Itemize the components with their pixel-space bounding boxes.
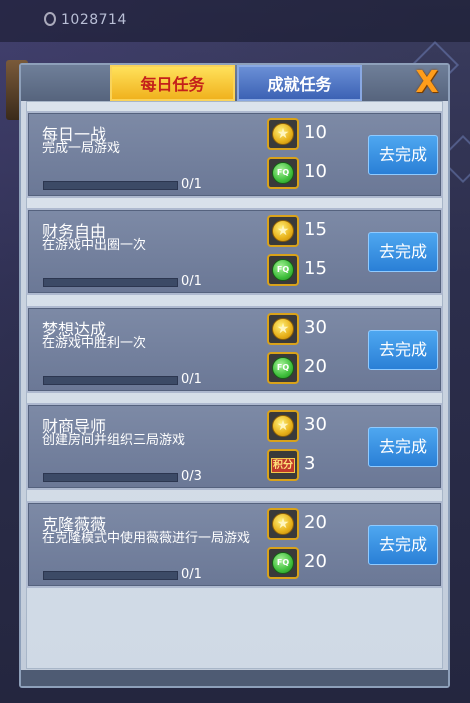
currency-display: 1028714 [44, 12, 127, 28]
reward-amount: 20 [304, 512, 327, 533]
task-card: 梦想达成 在游戏中胜利一次 0/1 ★ 30 FQ 20 去完成 [26, 306, 443, 393]
progress-text: 0/1 [181, 177, 202, 192]
fq-coin-icon: FQ [267, 157, 299, 189]
reward-item: ★ 15 [267, 215, 337, 247]
go-complete-button[interactable]: 去完成 [368, 330, 438, 370]
fq-icon: FQ [272, 552, 294, 574]
close-button[interactable]: X [409, 67, 445, 99]
reward-amount: 10 [304, 161, 327, 182]
fq-icon: FQ [272, 162, 294, 184]
reward-item: ★ 10 [267, 118, 337, 150]
gold-coin-icon: ★ [267, 508, 299, 540]
gold-coin-icon: ★ [267, 215, 299, 247]
gold-coin-icon: ★ [267, 118, 299, 150]
star-icon: ★ [272, 123, 294, 145]
fq-coin-icon: FQ [267, 352, 299, 384]
tab-daily-tasks[interactable]: 每日任务 [110, 65, 235, 101]
fq-icon: FQ [272, 357, 294, 379]
fq-coin-icon: FQ [267, 547, 299, 579]
reward-item: ★ 30 [267, 313, 337, 345]
task-panel: 每日任务 成就任务 X 每日一战 完成一局游戏 0/1 ★ 10 FQ 10 去完成 财务自由在… [19, 63, 450, 688]
reward-amount: 30 [304, 414, 327, 435]
progress-text: 0/3 [181, 469, 202, 484]
task-description: 创建房间并组织三局游戏 [42, 433, 186, 448]
progress-text: 0/1 [181, 567, 202, 582]
reward-item: FQ 20 [267, 547, 337, 579]
progress-bar [43, 181, 178, 190]
currency-icon [44, 12, 56, 26]
reward-item: FQ 15 [267, 254, 337, 286]
go-complete-button[interactable]: 去完成 [368, 525, 438, 565]
points-label: 积分 [271, 458, 295, 473]
panel-footer [21, 670, 448, 686]
reward-amount: 15 [304, 258, 327, 279]
task-card: 克隆薇薇 在克隆模式中使用薇薇进行一局游戏 0/1 ★ 20 FQ 20 去完成 [26, 501, 443, 588]
progress-bar [43, 376, 178, 385]
reward-amount: 20 [304, 356, 327, 377]
task-card: 财商导师 创建房间并组织三局游戏 0/3 ★ 30 积分 3 去完成 [26, 403, 443, 490]
tab-achievement-tasks[interactable]: 成就任务 [237, 65, 362, 101]
task-description: 在克隆模式中使用薇薇进行一局游戏 [42, 531, 251, 546]
progress-bar [43, 473, 178, 482]
reward-amount: 20 [304, 551, 327, 572]
go-complete-button[interactable]: 去完成 [368, 232, 438, 272]
fq-icon: FQ [272, 259, 294, 281]
close-icon: X [415, 65, 439, 100]
star-icon: ★ [272, 220, 294, 242]
star-icon: ★ [272, 415, 294, 437]
currency-amount: 1028714 [61, 12, 127, 28]
progress-bar [43, 571, 178, 580]
reward-item: 积分 3 [267, 449, 337, 481]
reward-amount: 10 [304, 122, 327, 143]
task-description: 在游戏中胜利一次 [42, 336, 147, 351]
gold-coin-icon: ★ [267, 313, 299, 345]
reward-amount: 15 [304, 219, 327, 240]
go-complete-button[interactable]: 去完成 [368, 427, 438, 467]
go-complete-button[interactable]: 去完成 [368, 135, 438, 175]
reward-item: ★ 20 [267, 508, 337, 540]
reward-item: ★ 30 [267, 410, 337, 442]
task-description: 完成一局游戏 [42, 141, 121, 156]
progress-text: 0/1 [181, 274, 202, 289]
progress-text: 0/1 [181, 372, 202, 387]
task-description: 在游戏中出圈一次 [42, 238, 147, 253]
reward-amount: 3 [304, 453, 316, 474]
reward-item: FQ 10 [267, 157, 337, 189]
task-card: 财务自由 在游戏中出圈一次 0/1 ★ 15 FQ 15 去完成 [26, 208, 443, 295]
reward-item: FQ 20 [267, 352, 337, 384]
fq-coin-icon: FQ [267, 254, 299, 286]
gold-coin-icon: ★ [267, 410, 299, 442]
task-card: 每日一战 完成一局游戏 0/1 ★ 10 FQ 10 去完成 [26, 111, 443, 198]
star-icon: ★ [272, 513, 294, 535]
star-icon: ★ [272, 318, 294, 340]
progress-bar [43, 278, 178, 287]
points-icon: 积分 [267, 449, 299, 481]
reward-amount: 30 [304, 317, 327, 338]
